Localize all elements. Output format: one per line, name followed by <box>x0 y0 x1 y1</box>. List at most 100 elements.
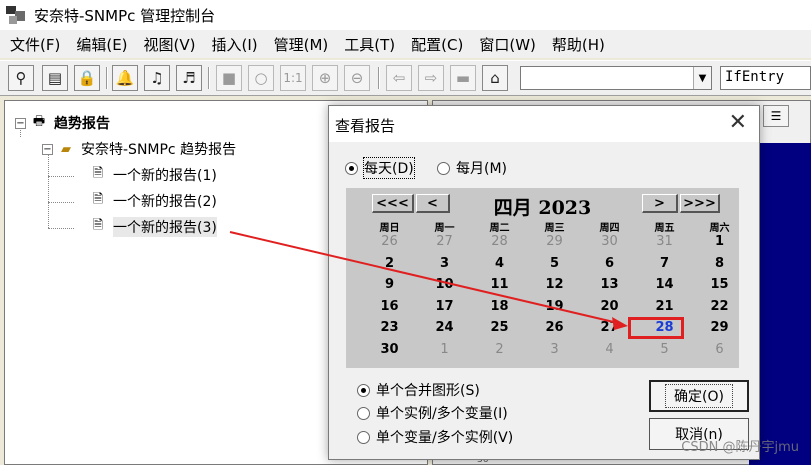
title-bar: 安奈特-SNMPc 管理控制台 <box>0 0 811 30</box>
daily-radio[interactable]: 每天(D) <box>345 157 415 179</box>
tree-group[interactable]: − ▰ 安奈特-SNMPc 趋势报告 <box>42 139 236 159</box>
calendar: 四月 2023 <<< < > >>> 周日 周一 周二 周三 周四 周五 周六… <box>346 188 739 368</box>
calendar-day[interactable]: 20 <box>582 299 637 314</box>
bells-icon[interactable]: ♬ <box>176 65 202 91</box>
calendar-day[interactable]: 24 <box>417 320 472 335</box>
calendar-day[interactable]: 28 <box>472 234 527 249</box>
calendar-day[interactable]: 19 <box>527 299 582 314</box>
next-month-button[interactable]: > <box>642 194 678 213</box>
tree-item[interactable]: 🗎 一个新的报告(1) <box>89 165 217 185</box>
week-row: 9 10 11 12 13 14 15 <box>362 274 747 296</box>
document-icon: 🗎 <box>92 192 104 207</box>
menu-file[interactable]: 文件(F) <box>4 34 70 55</box>
folder-icon[interactable]: ▬ <box>450 65 476 91</box>
alarm-bell-icon[interactable]: 🔔 <box>112 65 138 91</box>
calendar-day[interactable]: 4 <box>472 256 527 271</box>
calendar-day[interactable]: 12 <box>527 277 582 292</box>
tree-item-label: 一个新的报告(1) <box>113 168 217 184</box>
calendar-day[interactable]: 25 <box>472 320 527 335</box>
map-select[interactable]: ▼ <box>520 66 712 90</box>
calendar-day[interactable]: 29 <box>527 234 582 249</box>
radio-button[interactable] <box>437 161 450 175</box>
calendar-day[interactable]: 29 <box>692 320 747 335</box>
tree-root[interactable]: − 🖶 趋势报告 <box>15 113 110 133</box>
forward-arrow-icon[interactable]: ⇨ <box>418 65 444 91</box>
view-option-merged[interactable]: 单个合并图形(S) <box>357 380 480 400</box>
menu-help[interactable]: 帮助(H) <box>546 34 615 55</box>
calendar-day[interactable]: 14 <box>637 277 692 292</box>
calendar-day[interactable]: 1 <box>417 342 472 357</box>
binoculars-icon[interactable]: ⚲ <box>8 65 34 91</box>
calendar-day[interactable]: 4 <box>582 342 637 357</box>
view-option-instance[interactable]: 单个实例/多个变量(I) <box>357 403 508 423</box>
radio-button[interactable] <box>357 406 370 420</box>
prev-month-button[interactable]: < <box>416 194 450 213</box>
week-row: 26 27 28 29 30 31 1 <box>362 231 747 253</box>
zoom-icon[interactable]: ○ <box>248 65 274 91</box>
calendar-day[interactable]: 6 <box>692 342 747 357</box>
calendar-day[interactable]: 26 <box>527 320 582 335</box>
tree-group-label: 安奈特-SNMPc 趋势报告 <box>81 142 237 158</box>
calendar-day[interactable]: 17 <box>417 299 472 314</box>
calendar-day[interactable]: 21 <box>637 299 692 314</box>
stop-icon[interactable]: ■ <box>216 65 242 91</box>
calendar-day[interactable]: 31 <box>637 234 692 249</box>
calendar-day[interactable]: 5 <box>527 256 582 271</box>
bell-icon[interactable]: ♫ <box>144 65 170 91</box>
zoom-actual-icon[interactable]: 1:1 <box>280 65 306 91</box>
calendar-day[interactable]: 11 <box>472 277 527 292</box>
calendar-day[interactable]: 30 <box>362 342 417 357</box>
radio-button[interactable] <box>357 383 370 397</box>
chevron-down-icon[interactable]: ▼ <box>693 67 711 89</box>
lock-icon[interactable]: 🔒 <box>74 65 100 91</box>
zoom-in-icon[interactable]: ⊕ <box>312 65 338 91</box>
close-icon[interactable]: ✕ <box>729 110 747 135</box>
menu-tools[interactable]: 工具(T) <box>338 34 405 55</box>
calendar-day[interactable]: 13 <box>582 277 637 292</box>
menu-insert[interactable]: 插入(I) <box>206 34 268 55</box>
calendar-day[interactable]: 7 <box>637 256 692 271</box>
menu-manage[interactable]: 管理(M) <box>268 34 339 55</box>
back-arrow-icon[interactable]: ⇦ <box>386 65 412 91</box>
radio-button[interactable] <box>345 161 358 175</box>
calendar-day[interactable]: 26 <box>362 234 417 249</box>
collapse-icon[interactable]: − <box>42 143 53 155</box>
tree-item[interactable]: 🗎 一个新的报告(2) <box>89 191 217 211</box>
view-option-variable[interactable]: 单个变量/多个实例(V) <box>357 427 513 447</box>
calendar-day[interactable]: 23 <box>362 320 417 335</box>
properties-icon[interactable]: ▤ <box>42 65 68 91</box>
menu-edit[interactable]: 编辑(E) <box>70 34 137 55</box>
calendar-day[interactable]: 15 <box>692 277 747 292</box>
menu-config[interactable]: 配置(C) <box>405 34 473 55</box>
calendar-day[interactable]: 27 <box>417 234 472 249</box>
calendar-day[interactable]: 3 <box>417 256 472 271</box>
ok-button-label: 确定(O) <box>665 384 733 408</box>
calendar-day[interactable]: 18 <box>472 299 527 314</box>
tree-item-selected[interactable]: 🗎 一个新的报告(3) <box>89 217 217 237</box>
tree-root-label: 趋势报告 <box>54 116 110 132</box>
ok-button[interactable]: 确定(O) <box>649 380 749 412</box>
monthly-radio[interactable]: 每月(M) <box>437 158 507 178</box>
calendar-day[interactable]: 6 <box>582 256 637 271</box>
menu-view[interactable]: 视图(V) <box>138 34 206 55</box>
radio-button[interactable] <box>357 430 370 444</box>
calendar-day[interactable]: 16 <box>362 299 417 314</box>
collapse-icon[interactable]: − <box>15 117 26 129</box>
next-year-button[interactable]: >>> <box>680 194 720 213</box>
calendar-day[interactable]: 8 <box>692 256 747 271</box>
home-icon[interactable]: ⌂ <box>482 65 508 91</box>
mib-select[interactable]: IfEntry <box>720 66 811 90</box>
calendar-day[interactable]: 5 <box>637 342 692 357</box>
calendar-day[interactable]: 10 <box>417 277 472 292</box>
calendar-day[interactable]: 30 <box>582 234 637 249</box>
calendar-day[interactable]: 2 <box>472 342 527 357</box>
calendar-day[interactable]: 22 <box>692 299 747 314</box>
calendar-day[interactable]: 2 <box>362 256 417 271</box>
calendar-day[interactable]: 3 <box>527 342 582 357</box>
menu-window[interactable]: 窗口(W) <box>473 34 546 55</box>
prev-year-button[interactable]: <<< <box>372 194 414 213</box>
calendar-day[interactable]: 1 <box>692 234 747 249</box>
zoom-out-icon[interactable]: ⊖ <box>344 65 370 91</box>
calendar-day[interactable]: 9 <box>362 277 417 292</box>
list-view-icon[interactable]: ☰ <box>763 105 789 127</box>
